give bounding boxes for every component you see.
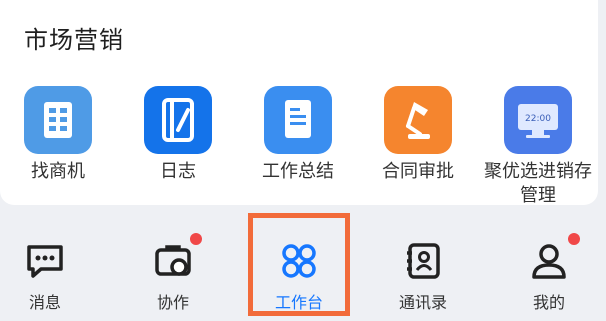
- highlight-box: [248, 213, 350, 316]
- app-journal[interactable]: 日志: [118, 86, 238, 184]
- notification-badge: [190, 233, 202, 245]
- marketing-card: 市场营销 找商机 日志 工作总结 合同审批 22:00 聚优选进销存管理: [0, 0, 598, 205]
- document-icon: [264, 86, 332, 154]
- app-grid: 找商机 日志 工作总结 合同审批 22:00 聚优选进销存管理: [0, 86, 598, 205]
- building-icon: [24, 86, 92, 154]
- tab-me[interactable]: 我的: [494, 205, 604, 321]
- monitor-time: 22:00: [525, 114, 551, 124]
- app-inventory-management[interactable]: 22:00 聚优选进销存管理: [478, 86, 598, 205]
- app-label: 找商机: [31, 161, 85, 182]
- desk-lamp-icon: [384, 86, 452, 154]
- app-find-opportunity[interactable]: 找商机: [0, 86, 118, 184]
- tab-label: 通讯录: [398, 293, 447, 312]
- tab-contacts[interactable]: 通讯录: [368, 205, 478, 321]
- contacts-icon: [401, 239, 445, 283]
- app-label: 日志: [160, 161, 196, 182]
- tab-label: 协作: [156, 293, 189, 312]
- app-contract-approval[interactable]: 合同审批: [358, 86, 478, 184]
- notification-badge: [568, 233, 580, 245]
- app-label: 工作总结: [262, 161, 334, 182]
- section-title: 市场营销: [24, 26, 124, 54]
- tab-label: 消息: [28, 293, 61, 312]
- monitor-clock-icon: 22:00: [504, 86, 572, 154]
- app-work-summary[interactable]: 工作总结: [238, 86, 358, 184]
- journal-icon: [144, 86, 212, 154]
- chat-icon: [23, 239, 67, 283]
- tab-messages[interactable]: 消息: [0, 205, 100, 321]
- app-label: 聚优选进销存管理: [484, 161, 592, 205]
- tab-collaboration[interactable]: 协作: [118, 205, 228, 321]
- person-icon: [527, 239, 571, 283]
- app-label: 合同审批: [382, 161, 454, 182]
- tab-label: 我的: [532, 293, 565, 312]
- briefcase-icon: [151, 239, 195, 283]
